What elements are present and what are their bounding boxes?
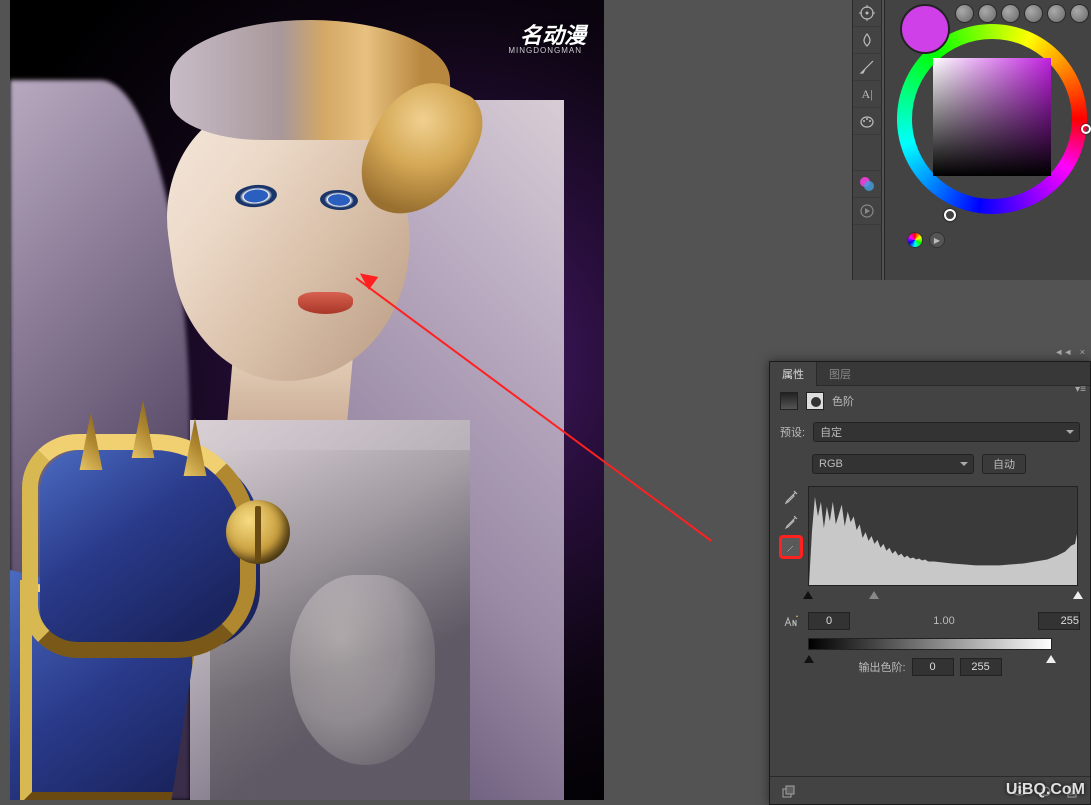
panel-menu-icon[interactable]: ▾≡ xyxy=(1075,384,1086,395)
input-gamma-slider[interactable] xyxy=(869,586,879,599)
watermark: UiBQ.CoM xyxy=(1006,781,1085,799)
tool-palette[interactable] xyxy=(853,108,881,135)
tool-target[interactable] xyxy=(853,0,881,27)
preset-dropdown[interactable]: 自定 xyxy=(813,422,1080,442)
histogram xyxy=(808,486,1078,586)
tool-blur[interactable] xyxy=(853,27,881,54)
channel-dropdown[interactable]: RGB xyxy=(812,454,974,474)
layer-mask-icon[interactable] xyxy=(806,392,824,410)
color-history-icon[interactable] xyxy=(907,232,923,248)
mini-swatch-icon[interactable] xyxy=(978,4,997,23)
eyedropper-white-icon[interactable] xyxy=(780,536,802,558)
input-white-value[interactable] xyxy=(1038,612,1080,630)
tool-brush[interactable] xyxy=(853,54,881,81)
mini-swatch-icon[interactable] xyxy=(1070,4,1089,23)
properties-panel: 属性 图层 ▾≡ 色阶 预设: 自定 RGB 自动 1.00 xyxy=(769,361,1091,805)
mini-swatch-icon[interactable] xyxy=(1047,4,1066,23)
foreground-color-swatch[interactable] xyxy=(900,4,950,54)
input-black-value[interactable] xyxy=(808,612,850,630)
tool-text[interactable]: A| xyxy=(853,81,881,108)
mini-swatch-icon[interactable] xyxy=(1001,4,1020,23)
adjustment-title: 色阶 xyxy=(832,393,854,409)
output-black-slider[interactable] xyxy=(804,650,814,663)
color-panel: ▶ xyxy=(884,0,1091,280)
tool-play[interactable] xyxy=(853,198,881,225)
color-square[interactable] xyxy=(933,58,1051,176)
output-black-value[interactable] xyxy=(912,658,954,676)
clip-to-layer-icon[interactable] xyxy=(778,781,798,801)
input-gamma-value: 1.00 xyxy=(933,615,954,627)
preset-label: 预设: xyxy=(780,424,805,440)
color-square-handle[interactable] xyxy=(1081,124,1091,134)
tool-column: A| xyxy=(852,0,882,280)
output-label: 输出色阶: xyxy=(858,659,905,675)
output-gradient[interactable] xyxy=(808,638,1052,650)
tab-properties[interactable]: 属性 xyxy=(770,362,817,386)
input-black-slider[interactable] xyxy=(803,586,813,599)
artwork-logo-sub: MINGDONGMAN xyxy=(508,46,582,55)
levels-adjustment-icon[interactable] xyxy=(780,392,798,410)
eyedropper-black-icon[interactable] xyxy=(780,486,802,508)
panel-collapse-arrows[interactable]: ◄◄ × xyxy=(769,347,1091,361)
adjustment-header: 色阶 xyxy=(770,386,1090,416)
color-play-icon[interactable]: ▶ xyxy=(929,232,945,248)
eyedropper-gray-icon[interactable] xyxy=(780,511,802,533)
output-white-value[interactable] xyxy=(960,658,1002,676)
tool-swatches[interactable] xyxy=(853,171,881,198)
output-white-slider[interactable] xyxy=(1046,650,1056,663)
canvas-area[interactable]: 名动漫 MINGDONGMAN xyxy=(10,0,604,800)
input-sliders[interactable] xyxy=(808,586,1078,600)
mini-swatch-icon[interactable] xyxy=(1024,4,1043,23)
artwork-image: 名动漫 MINGDONGMAN xyxy=(10,0,604,800)
panel-tabs: 属性 图层 ▾≡ xyxy=(770,362,1090,386)
levels-warn-icon xyxy=(780,612,802,630)
auto-button[interactable]: 自动 xyxy=(982,454,1026,474)
mini-swatch-icon[interactable] xyxy=(955,4,974,23)
tab-layers[interactable]: 图层 xyxy=(817,362,863,386)
input-white-slider[interactable] xyxy=(1073,586,1083,599)
hue-picker-handle[interactable] xyxy=(944,209,956,221)
